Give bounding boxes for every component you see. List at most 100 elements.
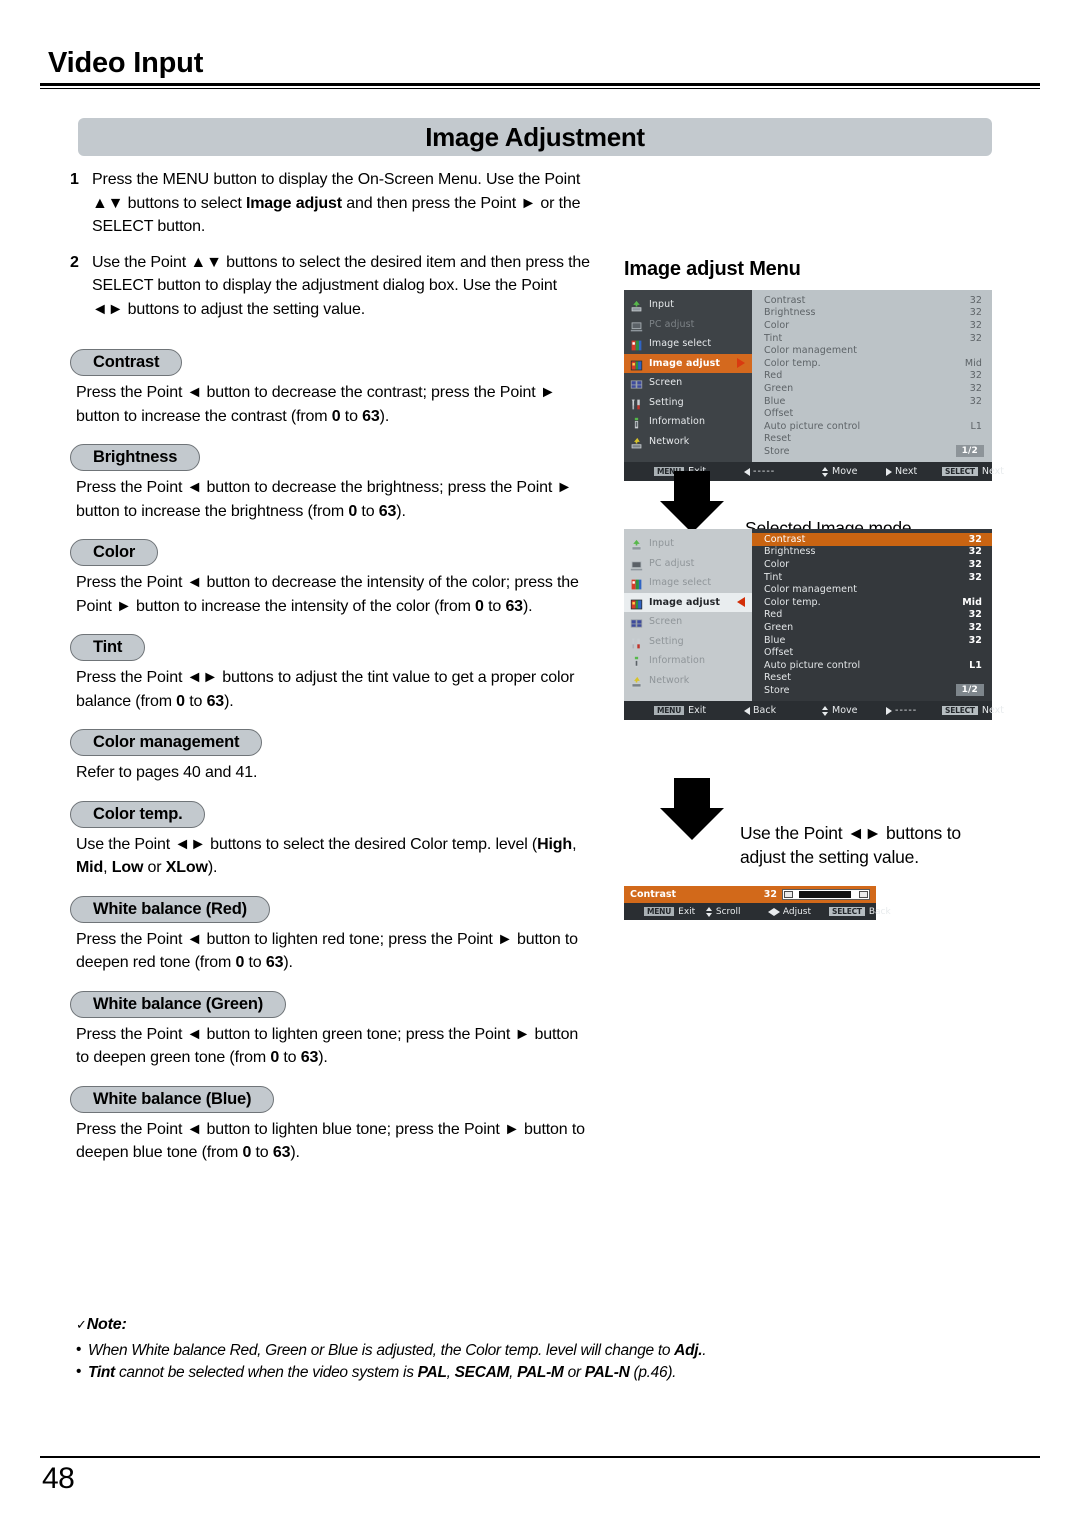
page-number: 48 bbox=[42, 1462, 75, 1495]
section-paragraph: Use the Point ◄► buttons to select the d… bbox=[70, 833, 590, 880]
osd-item-row[interactable]: Reset bbox=[752, 672, 992, 685]
osd-page-badge: 1/2 bbox=[955, 444, 984, 457]
osd-sidebar-item-screen[interactable]: Screen bbox=[624, 612, 752, 632]
osd-item-row[interactable]: Blue 32 bbox=[752, 634, 992, 647]
dialog-value-bar: Contrast 32 bbox=[624, 886, 876, 903]
osd-sidebar-item-setting[interactable]: Setting bbox=[624, 632, 752, 652]
osd-sidebar-item-image-select[interactable]: Image select bbox=[624, 334, 752, 354]
image-select-icon bbox=[631, 340, 642, 351]
setting-section: White balance (Blue) Press the Point ◄ bu… bbox=[70, 1070, 590, 1165]
section-pill: White balance (Red) bbox=[70, 895, 270, 923]
osd-item-row[interactable]: Blue 32 bbox=[752, 395, 992, 408]
section-banner: Image Adjustment bbox=[78, 118, 992, 156]
osd-item-row[interactable]: Green 32 bbox=[752, 621, 992, 634]
arrow-right-icon bbox=[737, 358, 745, 369]
setting-icon bbox=[631, 399, 640, 410]
osd-item-row[interactable]: Contrast 32 bbox=[752, 533, 992, 546]
body-text: When White balance Red, Green or Blue is… bbox=[88, 1342, 675, 1359]
osd-item-row[interactable]: Offset bbox=[752, 407, 992, 420]
osd-sidebar-item-network[interactable]: Network bbox=[624, 432, 752, 452]
osd-main-panel: Contrast 32 Brightness 32 Color 32 Tint 32 Color… bbox=[752, 290, 992, 462]
section-pill: Contrast bbox=[70, 349, 183, 376]
emphasis-text: 63 bbox=[265, 954, 284, 971]
osd-sidebar-item-network[interactable]: Network bbox=[624, 671, 752, 691]
osd-sidebar-item-input[interactable]: Input bbox=[624, 295, 752, 315]
osd-item-row[interactable]: Auto picture control L1 bbox=[752, 659, 992, 672]
osd-item-row[interactable]: Brightness 32 bbox=[752, 307, 992, 320]
osd-item-label: Tint bbox=[764, 332, 783, 344]
osd-item-value: 32 bbox=[969, 382, 982, 394]
body-text: ). bbox=[283, 954, 293, 971]
adjustment-dialog: Contrast 32 MENU Exit Scroll Adjust SELEC… bbox=[624, 886, 891, 920]
osd-sidebar-item-screen[interactable]: Screen bbox=[624, 373, 752, 393]
osd-item-label: Color bbox=[764, 558, 790, 570]
section-pill-label: Color temp. bbox=[93, 804, 183, 823]
chapter-title: Video Input bbox=[48, 47, 204, 79]
emphasis-text: 63 bbox=[272, 1144, 291, 1161]
osd-item-row[interactable]: Color management bbox=[752, 344, 992, 357]
hint-next[interactable]: Next bbox=[886, 466, 917, 477]
osd-sidebar-item-image-select[interactable]: Image select bbox=[624, 573, 752, 593]
slider-knob-left[interactable] bbox=[784, 891, 793, 898]
dialog-hint-scroll[interactable]: Scroll bbox=[706, 906, 741, 917]
osd-item-row[interactable]: Brightness 32 bbox=[752, 546, 992, 559]
osd-sidebar-item-input[interactable]: Input bbox=[624, 534, 752, 554]
osd-sidebar-item-label: Image select bbox=[649, 338, 712, 350]
osd-sidebar-item-pc-adjust[interactable]: PC adjust bbox=[624, 554, 752, 574]
dialog-hint-adjust[interactable]: Adjust bbox=[768, 907, 811, 917]
osd-item-row[interactable]: Red 32 bbox=[752, 370, 992, 383]
hint-next[interactable]: ----- bbox=[886, 705, 917, 716]
setting-icon bbox=[630, 635, 643, 649]
osd-item-row[interactable]: Color temp. Mid bbox=[752, 357, 992, 370]
hint-exit[interactable]: MENUExit bbox=[654, 705, 706, 716]
information-icon bbox=[630, 654, 643, 668]
dialog-hint-exit[interactable]: MENU Exit bbox=[644, 907, 695, 917]
osd-item-label: Reset bbox=[764, 433, 792, 445]
osd-item-row[interactable]: Color 32 bbox=[752, 319, 992, 332]
osd-item-row[interactable]: Reset bbox=[752, 433, 992, 446]
osd-item-row[interactable]: Color temp. Mid bbox=[752, 596, 992, 609]
emphasis-text: 0 bbox=[331, 407, 341, 425]
osd-sidebar-item-image-adjust[interactable]: Image adjust bbox=[624, 353, 761, 378]
osd-item-row[interactable]: Tint 32 bbox=[752, 571, 992, 584]
osd-sidebar-item-setting[interactable]: Setting bbox=[624, 393, 752, 413]
osd-item-label: Red bbox=[764, 609, 783, 621]
hint-move[interactable]: Move bbox=[822, 466, 858, 477]
emphasis-text: PAL-N bbox=[584, 1364, 630, 1381]
step-text: Press the MENU button to display the On-… bbox=[92, 168, 590, 239]
osd-item-row[interactable]: Tint 32 bbox=[752, 332, 992, 345]
osd-item-row[interactable]: Offset bbox=[752, 646, 992, 659]
osd-sidebar-item-information[interactable]: Information bbox=[624, 412, 752, 432]
dialog-hint-back[interactable]: SELECT Back bbox=[829, 907, 891, 917]
hint-select[interactable]: SELECT Next bbox=[942, 705, 1004, 716]
slider-knob-right[interactable] bbox=[859, 891, 868, 898]
osd-item-label: Color temp. bbox=[764, 596, 821, 608]
hint-back[interactable]: ----- bbox=[744, 466, 775, 477]
emphasis-text: 0 bbox=[475, 597, 484, 615]
osd-sidebar-item-image-adjust[interactable]: Image adjust bbox=[624, 592, 761, 617]
emphasis-text: 63 bbox=[300, 1049, 319, 1066]
step-number: 2 bbox=[70, 253, 79, 271]
osd-item-value: 32 bbox=[969, 395, 982, 407]
osd-item-row[interactable]: Contrast 32 bbox=[752, 294, 992, 307]
hint-move[interactable]: Move bbox=[822, 705, 858, 716]
body-text: to bbox=[244, 954, 266, 971]
hint-select[interactable]: SELECT Next bbox=[942, 466, 1004, 477]
callout-adjust-value-line1: Use the Point ◄► buttons to bbox=[740, 823, 961, 843]
osd-item-row[interactable]: Color 32 bbox=[752, 558, 992, 571]
osd-item-value: 32 bbox=[969, 332, 982, 344]
hint-back[interactable]: Back bbox=[744, 705, 776, 716]
osd-item-row[interactable]: Auto picture control L1 bbox=[752, 420, 992, 433]
osd-page-badge: 1/2 bbox=[955, 683, 984, 696]
osd-item-value: L1 bbox=[970, 420, 982, 432]
osd-item-row[interactable]: Red 32 bbox=[752, 609, 992, 622]
osd-item-row[interactable]: Color management bbox=[752, 583, 992, 596]
osd-menu-selected: Input PC adjust Image select Image adjust Sc… bbox=[624, 529, 1004, 720]
osd-item-value: Mid bbox=[962, 596, 982, 608]
osd-sidebar-item-information[interactable]: Information bbox=[624, 651, 752, 671]
osd-item-row[interactable]: Green 32 bbox=[752, 382, 992, 395]
osd-sidebar-item-pc-adjust[interactable]: PC adjust bbox=[624, 315, 752, 335]
dialog-slider[interactable] bbox=[782, 889, 870, 900]
section-paragraph: Press the Point ◄ button to decrease the… bbox=[70, 571, 590, 618]
osd-sidebar-item-label: Information bbox=[649, 655, 706, 667]
